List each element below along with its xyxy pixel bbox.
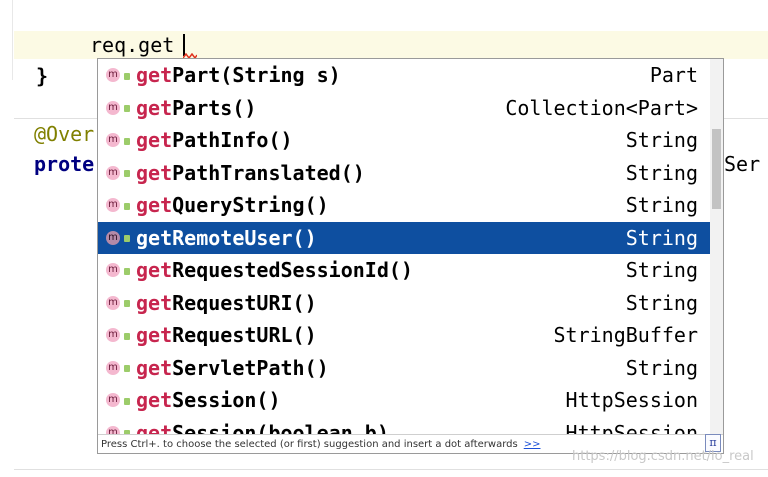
method-icon: m xyxy=(106,100,120,115)
method-signature: QueryString() xyxy=(172,193,329,217)
footer-hint: Press Ctrl+. to choose the selected (or … xyxy=(101,438,518,450)
completion-item[interactable]: m getParts() Collection<Part> xyxy=(98,92,710,124)
match-prefix: get xyxy=(136,290,173,315)
method-signature: RequestURI() xyxy=(172,290,317,315)
completion-item-type: String xyxy=(625,128,698,152)
method-icon: m xyxy=(106,68,120,82)
completion-item-name: getRequestURI() xyxy=(136,291,317,315)
match-prefix: get xyxy=(136,258,173,282)
completion-item[interactable]: m getSession(boolean b) HttpSession xyxy=(98,417,710,435)
completion-item-name: getPathTranslated() xyxy=(136,161,365,185)
completion-item-name: getRequestedSessionId() xyxy=(136,258,413,282)
completion-item-type: HttpSession xyxy=(565,388,698,412)
completion-item-type: Collection<Part> xyxy=(505,95,698,120)
completion-item[interactable]: m getRequestedSessionId() String xyxy=(98,254,710,286)
method-signature: RequestURL() xyxy=(172,323,317,347)
completion-item[interactable]: m getRequestURL() StringBuffer xyxy=(98,319,710,351)
public-access-icon xyxy=(124,300,130,307)
method-icon: m xyxy=(106,230,120,245)
completion-item-name: getParts() xyxy=(136,96,256,120)
method-icon: m xyxy=(106,328,120,342)
completion-item-type: String xyxy=(625,258,698,282)
method-signature: ServletPath() xyxy=(172,355,329,380)
match-prefix: get xyxy=(136,128,173,152)
completion-item-type: Part xyxy=(649,63,698,87)
completion-item[interactable]: m getPart(String s) Part xyxy=(98,59,710,91)
completion-item-type: String xyxy=(625,225,698,250)
public-access-icon xyxy=(124,365,130,372)
footer-more-link[interactable]: >> xyxy=(524,439,541,450)
method-icon: m xyxy=(106,360,120,375)
public-access-icon xyxy=(124,267,130,275)
method-signature: Parts() xyxy=(172,95,257,120)
completion-item-name: getSession(boolean b) xyxy=(136,421,389,435)
method-signature: Session(boolean b) xyxy=(172,420,389,435)
method-signature: RequestedSessionId() xyxy=(172,258,413,282)
completion-item-name: getPathInfo() xyxy=(136,128,293,152)
code-line-protected[interactable]: prote xyxy=(34,150,94,178)
match-prefix: get xyxy=(136,355,173,380)
method-icon: m xyxy=(106,393,120,407)
match-prefix: get xyxy=(136,193,173,217)
public-access-icon xyxy=(124,105,130,112)
match-prefix: get xyxy=(136,225,173,250)
completion-item-type: String xyxy=(625,193,698,217)
completion-item-name: getRemoteUser() xyxy=(136,226,317,250)
completion-item-type: HttpSession xyxy=(565,420,698,435)
method-signature: Session() xyxy=(172,388,281,412)
completion-item[interactable]: m getPathTranslated() String xyxy=(98,157,710,189)
method-signature: Part(String s) xyxy=(172,63,341,87)
completion-item[interactable]: m getSession() HttpSession xyxy=(98,384,710,416)
public-access-icon xyxy=(124,235,130,242)
method-signature: PathTranslated() xyxy=(172,160,365,185)
completion-item[interactable]: m getPathInfo() String xyxy=(98,124,710,156)
code-fragment-right: Ser xyxy=(724,152,761,176)
method-icon: m xyxy=(106,165,120,180)
match-prefix: get xyxy=(136,95,173,120)
public-access-icon xyxy=(124,202,130,210)
completion-item[interactable]: m getRemoteUser() String xyxy=(98,221,710,254)
completion-list[interactable]: m getPart(String s) Part m getParts() Collect… xyxy=(98,59,710,434)
code-line-annotation[interactable]: @Over xyxy=(34,120,94,148)
method-icon: m xyxy=(106,295,120,310)
public-access-icon xyxy=(124,72,130,80)
completion-item[interactable]: m getQueryString() String xyxy=(98,189,710,221)
completion-item[interactable]: m getServletPath() String xyxy=(98,352,710,384)
public-access-icon xyxy=(124,397,130,405)
public-access-icon xyxy=(124,137,130,145)
public-access-icon xyxy=(124,170,130,177)
completion-item-type: String xyxy=(625,160,698,185)
completion-item-type: String xyxy=(625,355,698,380)
completion-item[interactable]: m getRequestURI() String xyxy=(98,287,710,319)
match-prefix: get xyxy=(136,388,173,412)
match-prefix: get xyxy=(136,323,173,347)
watermark: https://blog.csdn.net/lo_real xyxy=(572,449,754,464)
scrollbar-thumb[interactable] xyxy=(712,129,721,209)
code-completion-popup[interactable]: m getPart(String s) Part m getParts() Collect… xyxy=(97,58,724,454)
completion-item-name: getQueryString() xyxy=(136,193,329,217)
method-icon: m xyxy=(106,263,120,277)
match-prefix: get xyxy=(136,160,173,185)
method-signature: RemoteUser() xyxy=(172,225,317,250)
method-icon: m xyxy=(106,425,120,434)
code-line-req-get[interactable]: req.get xyxy=(90,31,174,59)
match-prefix: get xyxy=(136,63,173,87)
completion-item-name: getServletPath() xyxy=(136,356,329,380)
completion-scrollbar[interactable] xyxy=(710,59,723,434)
method-icon: m xyxy=(106,133,120,147)
match-prefix: get xyxy=(136,420,173,435)
completion-item-name: getPart(String s) xyxy=(136,63,341,87)
bottom-separator xyxy=(14,469,768,470)
completion-item-name: getSession() xyxy=(136,388,281,412)
public-access-icon xyxy=(124,332,130,340)
completion-item-type: String xyxy=(625,290,698,315)
method-signature: PathInfo() xyxy=(172,128,293,152)
completion-item-name: getRequestURL() xyxy=(136,323,317,347)
code-line-close-brace[interactable]: } xyxy=(36,62,48,90)
gutter-divider xyxy=(12,0,13,80)
completion-item-type: StringBuffer xyxy=(553,323,699,347)
method-icon: m xyxy=(106,198,120,212)
